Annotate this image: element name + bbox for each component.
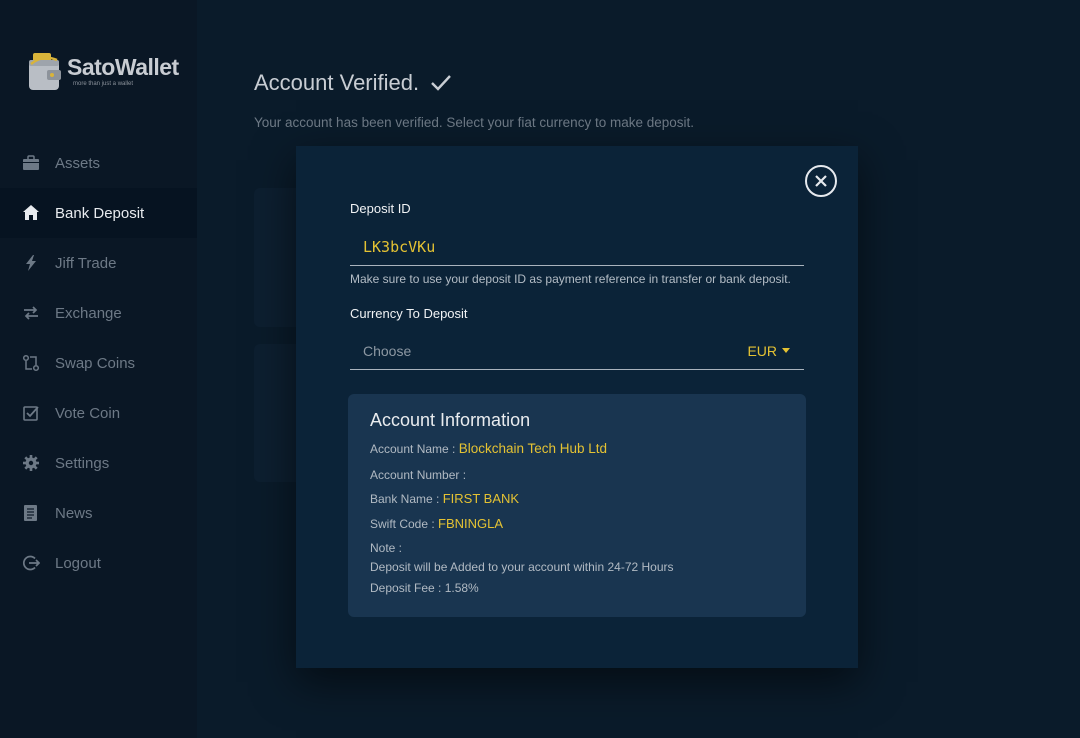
exchange-arrows-icon [22,304,40,322]
currency-select[interactable]: Choose EUR [350,332,804,370]
currency-value-text: EUR [747,342,777,359]
sidebar-item-settings[interactable]: Settings [0,438,197,488]
deposit-modal: Deposit ID LK3bcVKu Make sure to use you… [296,146,858,668]
sidebar: SatoWallet more than just a wallet Asset… [0,0,197,738]
close-button[interactable] [805,165,837,197]
app-logo[interactable]: SatoWallet more than just a wallet [27,50,179,92]
sidebar-item-jiff-trade[interactable]: Jiff Trade [0,238,197,288]
account-number-label: Account Number : [370,468,467,482]
bank-name-value: FIRST BANK [442,491,520,506]
swap-icon [22,354,40,372]
sidebar-item-label: Jiff Trade [55,254,117,272]
sidebar-item-logout[interactable]: Logout [0,538,197,588]
bank-name-label: Bank Name : [370,492,440,506]
currency-label: Currency To Deposit [350,306,468,321]
sidebar-item-vote-coin[interactable]: Vote Coin [0,388,197,438]
sidebar-item-assets[interactable]: Assets [0,138,197,188]
currency-selected-value[interactable]: EUR [747,343,790,359]
page-title-text: Account Verified. [254,70,420,95]
account-name-value: Blockchain Tech Hub Ltd [458,441,608,456]
account-information-panel: Account Information Account Name : Block… [348,394,806,617]
logo-name: SatoWallet [67,53,179,80]
account-name-row: Account Name : Blockchain Tech Hub Ltd [370,441,607,456]
checkbox-icon [22,404,40,422]
sidebar-item-bank-deposit[interactable]: Bank Deposit [0,188,197,238]
wallet-logo-icon [27,50,63,92]
sidebar-item-exchange[interactable]: Exchange [0,288,197,338]
sidebar-item-label: Swap Coins [55,354,136,372]
sidebar-item-label: Exchange [55,304,122,322]
briefcase-icon [22,154,40,172]
checkmark-icon [429,71,453,95]
swift-code-label: Swift Code : [370,517,435,531]
sidebar-item-swap-coins[interactable]: Swap Coins [0,338,197,388]
deposit-id-label: Deposit ID [350,201,411,216]
logo-tagline: more than just a wallet [73,80,134,87]
close-icon [815,175,827,187]
logout-icon [22,554,40,572]
lightning-icon [22,254,40,272]
deposit-id-helper-text: Make sure to use your deposit ID as paym… [350,272,791,286]
account-name-label: Account Name : [370,442,456,456]
sidebar-item-label: Bank Deposit [55,204,145,222]
sidebar-nav: Assets Bank Deposit Jiff Trade Exchange … [0,138,197,588]
deposit-fee-text: Deposit Fee : 1.58% [370,581,479,595]
home-icon [22,204,40,222]
note-text: Deposit will be Added to your account wi… [370,560,674,574]
sidebar-item-label: Logout [55,554,101,572]
currency-placeholder: Choose [363,342,412,359]
sidebar-item-label: Settings [55,454,110,472]
note-label: Note : [370,541,403,555]
swift-code-row: Swift Code : FBNINGLA [370,516,503,531]
sidebar-item-label: News [55,504,93,522]
swift-code-value: FBNINGLA [438,516,504,531]
account-information-title: Account Information [370,410,531,430]
account-number-row: Account Number : [370,467,466,482]
gear-icon [22,454,40,472]
chevron-down-icon [782,348,790,353]
page-subtitle: Your account has been verified. Select y… [254,115,694,130]
bank-name-row: Bank Name : FIRST BANK [370,491,519,506]
sidebar-item-label: Assets [55,154,101,172]
sidebar-item-news[interactable]: News [0,488,197,538]
sidebar-item-label: Vote Coin [55,404,121,422]
document-icon [22,504,40,522]
page-title: Account Verified. [254,70,453,96]
deposit-id-field[interactable]: LK3bcVKu [350,228,804,266]
